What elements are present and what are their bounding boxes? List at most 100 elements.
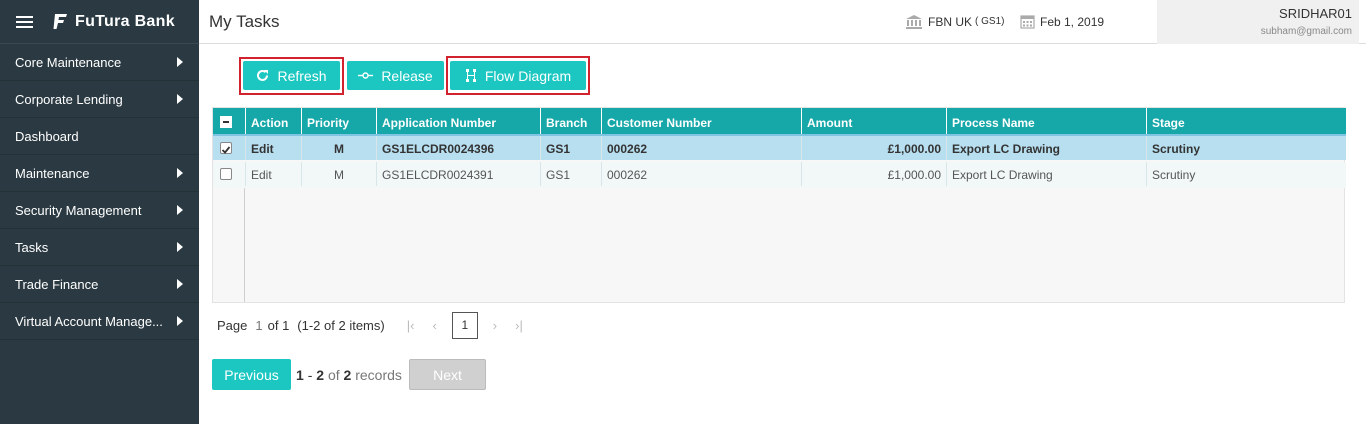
- column-header-action[interactable]: Action: [245, 108, 306, 134]
- sidebar-item-maintenance[interactable]: Maintenance: [0, 155, 199, 192]
- page-label: Page: [217, 317, 248, 333]
- next-page-icon[interactable]: ›: [493, 318, 497, 333]
- column-header-process-name[interactable]: Process Name: [946, 108, 1147, 134]
- stage-cell: Scrutiny: [1146, 162, 1346, 186]
- column-header-priority[interactable]: Priority: [301, 108, 377, 134]
- sidebar-item-label: Core Maintenance: [15, 54, 122, 70]
- branch-cell: GS1: [540, 162, 601, 186]
- page-of-label: of 1: [267, 317, 290, 333]
- sidebar: FuTura Bank Core Maintenance Corporate L…: [0, 0, 199, 424]
- records-label: records: [355, 367, 402, 383]
- sidebar-item-trade-finance[interactable]: Trade Finance: [0, 266, 199, 303]
- amount-cell: £1,000.00: [801, 162, 946, 186]
- records-to: 2: [316, 367, 325, 383]
- priority-cell: M: [301, 162, 376, 186]
- user-email: subham@gmail.com: [1260, 26, 1352, 37]
- prev-page-icon[interactable]: ‹: [432, 318, 436, 333]
- refresh-button[interactable]: Refresh: [243, 61, 340, 90]
- flow-diagram-label: Flow Diagram: [484, 67, 572, 84]
- release-button[interactable]: Release: [347, 61, 444, 90]
- sidebar-item-security-management[interactable]: Security Management: [0, 192, 199, 229]
- chevron-right-icon: [177, 205, 183, 215]
- pagination: Page 1 of 1 (1-2 of 2 items) |‹ ‹ 1 › ›|: [217, 311, 532, 339]
- application-number-cell: GS1ELCDR0024391: [376, 162, 540, 186]
- chevron-right-icon: [177, 57, 183, 67]
- release-label: Release: [381, 67, 433, 84]
- previous-button[interactable]: Previous: [212, 359, 291, 390]
- process-name-cell: Export LC Drawing: [946, 162, 1146, 186]
- stage-cell: Scrutiny: [1146, 136, 1346, 160]
- records-from: 1: [296, 367, 304, 383]
- sidebar-item-label: Tasks: [15, 239, 49, 255]
- items-summary: (1-2 of 2 items): [297, 317, 385, 333]
- application-number-cell: GS1ELCDR0024396: [376, 136, 540, 160]
- hamburger-menu-icon[interactable]: [16, 15, 33, 28]
- column-header-stage[interactable]: Stage: [1146, 108, 1346, 134]
- column-divider: [244, 188, 245, 302]
- last-page-icon[interactable]: ›|: [515, 318, 523, 333]
- sidebar-item-tasks[interactable]: Tasks: [0, 229, 199, 266]
- current-date: Feb 1, 2019: [1040, 14, 1105, 29]
- sidebar-item-label: Corporate Lending: [15, 91, 123, 107]
- branch-cell: GS1: [540, 136, 601, 160]
- chevron-right-icon: [177, 279, 183, 289]
- records-dash: -: [307, 367, 313, 383]
- records-summary: 1 - 2 of 2 records: [296, 367, 402, 383]
- customer-number-cell: 000262: [601, 136, 801, 160]
- current-page-box[interactable]: 1: [451, 311, 478, 339]
- process-name-cell: Export LC Drawing: [946, 136, 1146, 160]
- refresh-label: Refresh: [277, 67, 327, 84]
- edit-link[interactable]: Edit: [245, 136, 301, 160]
- brand-bar: FuTura Bank: [0, 0, 199, 44]
- sidebar-item-label: Security Management: [15, 202, 142, 218]
- release-icon: [358, 72, 374, 79]
- edit-link[interactable]: Edit: [245, 162, 301, 186]
- sidebar-item-label: Maintenance: [15, 165, 90, 181]
- tasks-table: Action Priority Application Number Branc…: [212, 107, 1346, 303]
- chevron-right-icon: [177, 94, 183, 104]
- first-page-icon[interactable]: |‹: [407, 318, 415, 333]
- user-name: SRIDHAR01: [1279, 6, 1352, 21]
- calendar-icon: [1020, 15, 1035, 29]
- table-row[interactable]: Edit M GS1ELCDR0024391 GS1 000262 £1,000…: [213, 162, 1346, 188]
- sidebar-item-corporate-lending[interactable]: Corporate Lending: [0, 81, 199, 118]
- priority-cell: M: [301, 136, 376, 160]
- sidebar-item-label: Trade Finance: [15, 276, 99, 292]
- table-header: Action Priority Application Number Branc…: [213, 108, 1346, 134]
- sidebar-item-dashboard[interactable]: Dashboard: [0, 118, 199, 155]
- page-number: 1: [255, 317, 263, 333]
- chevron-right-icon: [177, 242, 183, 252]
- checkmark-icon: [221, 146, 231, 154]
- column-header-application-number[interactable]: Application Number: [376, 108, 541, 134]
- branch-code: ( GS1): [975, 16, 1005, 27]
- row-checkbox[interactable]: [220, 168, 232, 180]
- date-display: Feb 1, 2019: [1020, 14, 1104, 29]
- brand-name: FuTura Bank: [75, 12, 175, 30]
- refresh-icon: [257, 69, 269, 81]
- row-checkbox[interactable]: [220, 142, 232, 154]
- sidebar-item-label: Virtual Account Manage...: [15, 313, 163, 329]
- select-all-checkbox[interactable]: [220, 116, 232, 128]
- amount-cell: £1,000.00: [801, 136, 946, 160]
- records-of: of: [327, 367, 340, 383]
- sidebar-item-core-maintenance[interactable]: Core Maintenance: [0, 44, 199, 81]
- column-header-customer-number[interactable]: Customer Number: [601, 108, 802, 134]
- user-menu[interactable]: SRIDHAR01 subham@gmail.com: [1157, 0, 1359, 44]
- customer-number-cell: 000262: [601, 162, 801, 186]
- flow-diagram-icon: [465, 69, 476, 82]
- sidebar-item-virtual-account-management[interactable]: Virtual Account Manage...: [0, 303, 199, 340]
- records-total: 2: [343, 367, 352, 383]
- column-header-amount[interactable]: Amount: [801, 108, 947, 134]
- next-button[interactable]: Next: [409, 359, 486, 390]
- header: My Tasks FBN UK ( GS1) Feb 1, 2019 SRIDH…: [199, 0, 1366, 44]
- chevron-right-icon: [177, 168, 183, 178]
- page-title: My Tasks: [209, 12, 280, 31]
- table-row[interactable]: Edit M GS1ELCDR0024396 GS1 000262 £1,000…: [213, 134, 1346, 160]
- branch-name: FBN UK: [928, 14, 973, 29]
- column-header-branch[interactable]: Branch: [540, 108, 602, 134]
- flow-diagram-button[interactable]: Flow Diagram: [450, 61, 586, 90]
- chevron-right-icon: [177, 316, 183, 326]
- branch-selector[interactable]: FBN UK ( GS1): [905, 14, 1004, 29]
- brand-logo-icon: [53, 14, 67, 29]
- sidebar-menu: Core Maintenance Corporate Lending Dashb…: [0, 44, 199, 340]
